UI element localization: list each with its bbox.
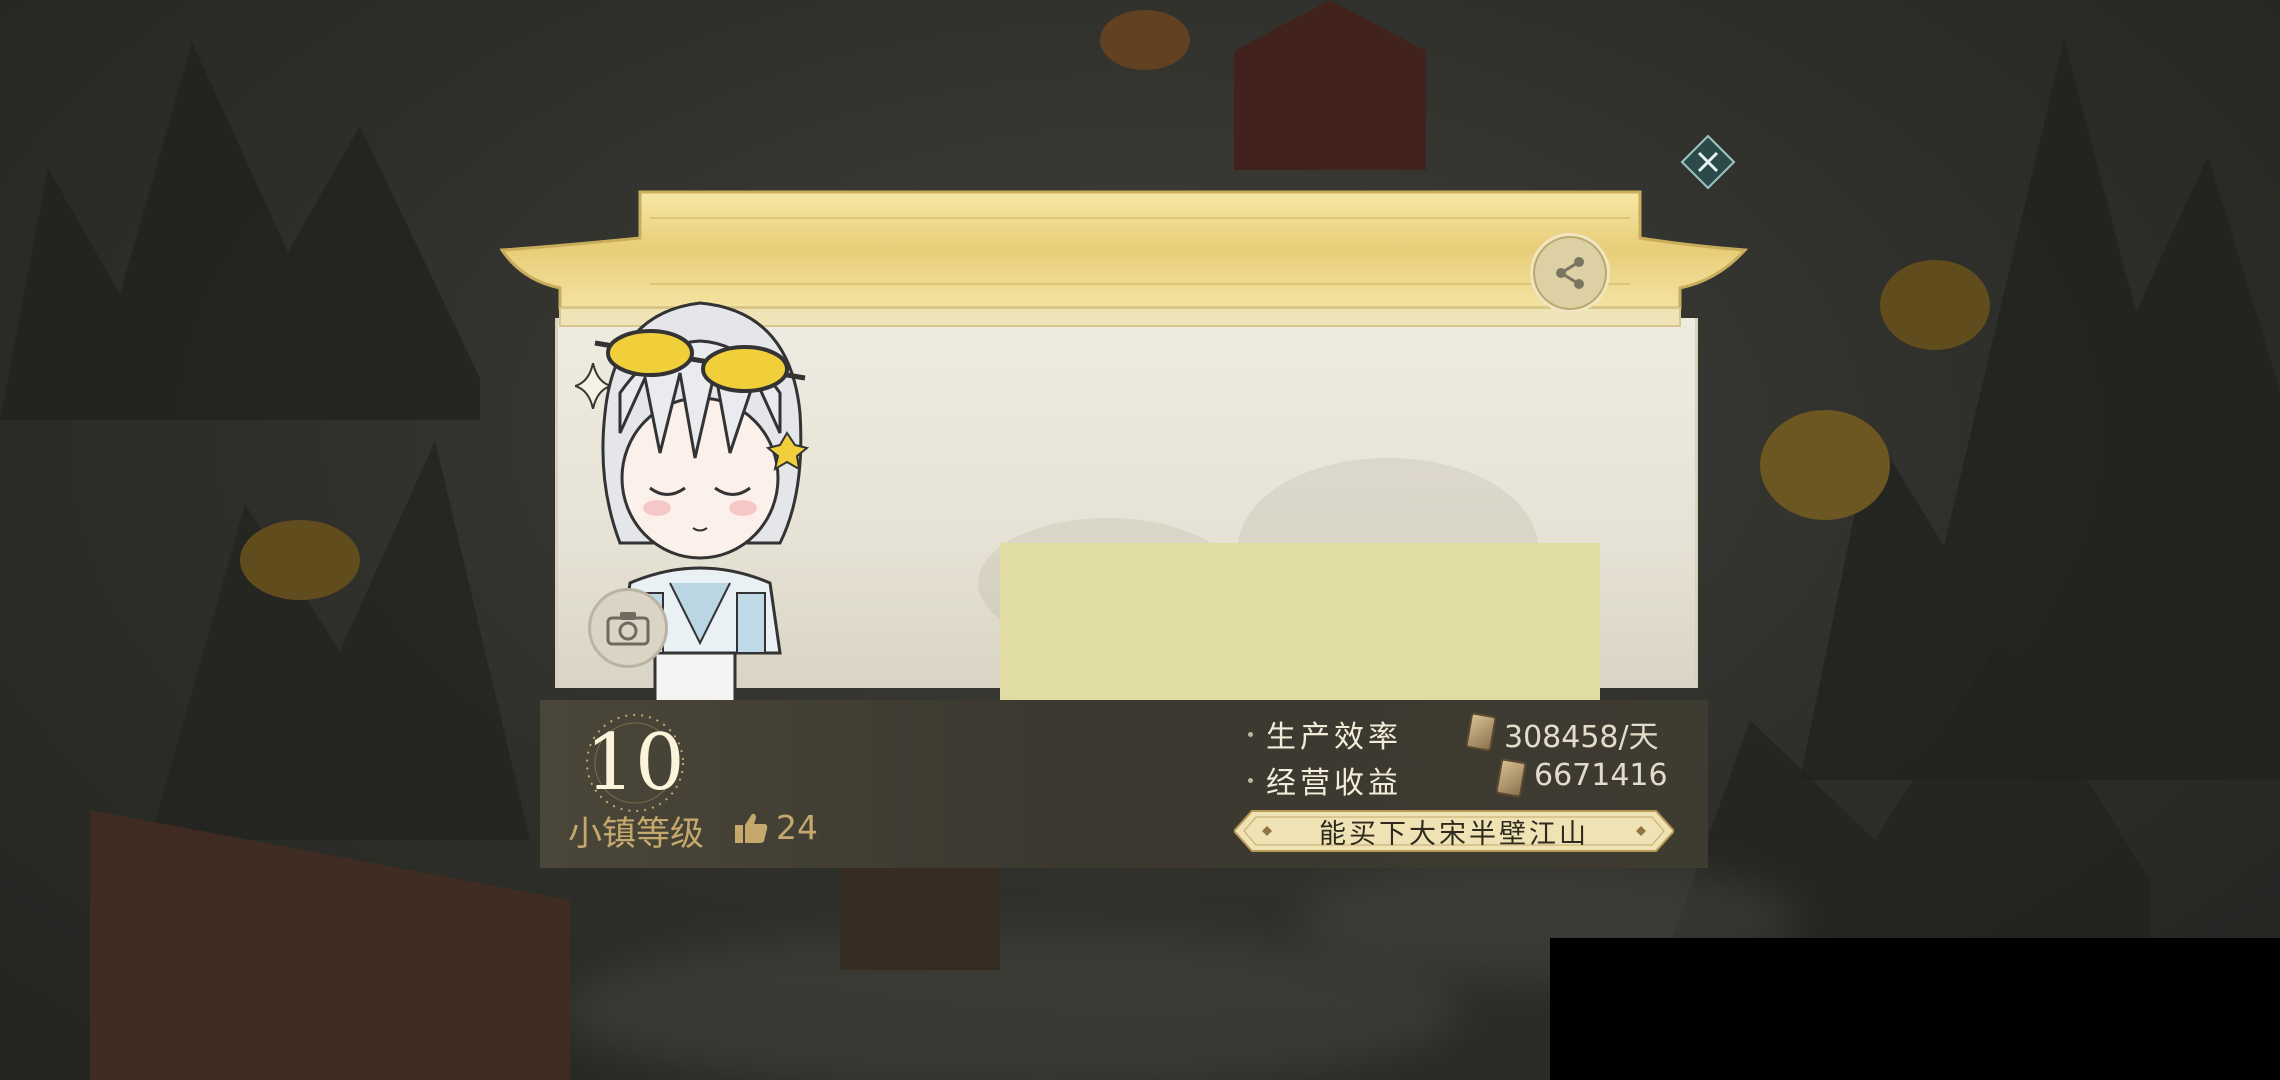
level-label: 小镇等级 xyxy=(568,814,704,854)
close-button[interactable] xyxy=(1680,134,1736,190)
stat-value: 6671416 xyxy=(1534,758,1668,793)
level-number: 10 xyxy=(585,718,685,808)
stat-value: 308458/天 xyxy=(1504,720,1659,755)
title-banner-text: 能买下大宋半壁江山 xyxy=(1319,818,1589,850)
camera-button[interactable] xyxy=(588,588,668,668)
thumbs-up-icon xyxy=(735,813,768,843)
town-profile-panel: 10 小镇等级 24 生产效率 308458/天 经营收益 6671416 能买… xyxy=(500,188,1750,868)
like-button[interactable]: 24 xyxy=(734,808,818,847)
close-icon xyxy=(1680,134,1736,190)
stat-label: 经营收益 xyxy=(1266,766,1402,801)
bullet-dot xyxy=(1248,732,1253,737)
stat-label: 生产效率 xyxy=(1266,720,1402,755)
town-level: 10 xyxy=(580,708,690,818)
bullet-dot xyxy=(1248,778,1253,783)
share-button[interactable] xyxy=(1530,233,1610,313)
occluded-region xyxy=(1550,938,2280,1080)
like-count: 24 xyxy=(776,808,818,847)
camera-icon xyxy=(606,612,650,646)
share-icon xyxy=(1556,257,1584,289)
